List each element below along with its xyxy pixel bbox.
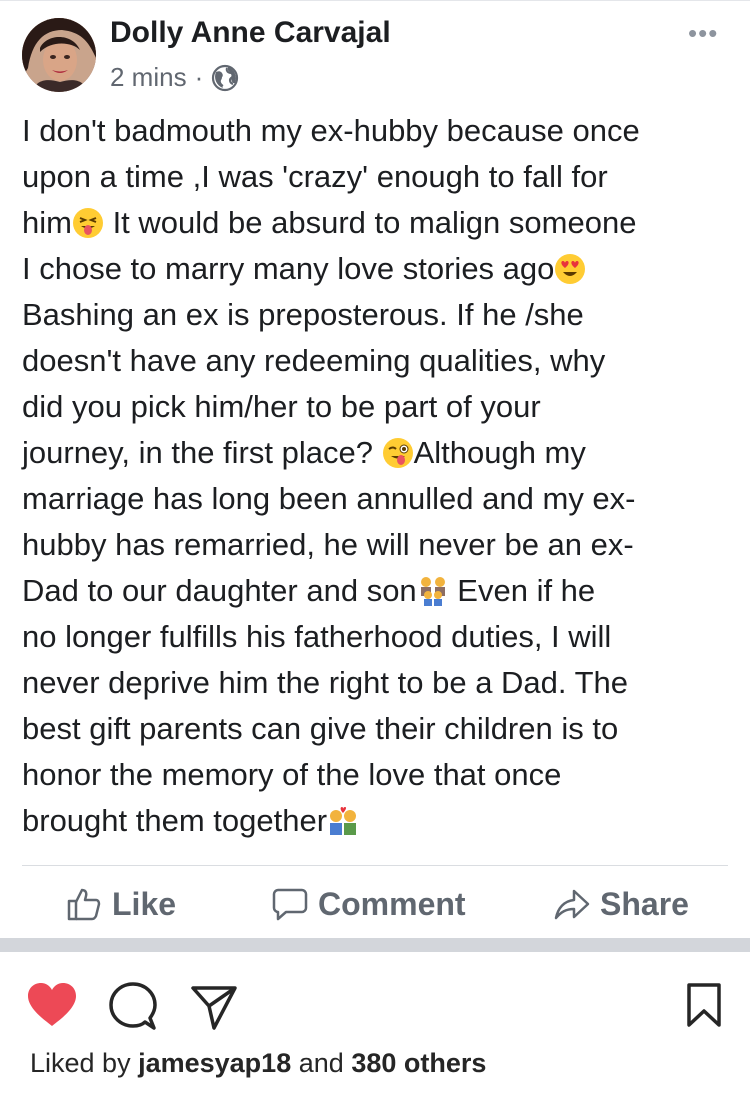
post-text-line: best gift parents can give their childre… — [22, 706, 734, 752]
post-text-line: marriage has long been annulled and my e… — [22, 476, 734, 522]
globe-icon — [212, 64, 239, 91]
liked-prefix: Liked by — [30, 1048, 131, 1078]
post-text-line: did you pick him/her to be part of your — [22, 384, 734, 430]
actions-divider — [22, 865, 728, 866]
post-text-line: journey, in the first place? Although my — [22, 430, 734, 476]
instagram-action-area: Liked by jamesyap18 and 380 others — [0, 952, 750, 1106]
post-line-text: Dad to our daughter and son — [22, 573, 417, 608]
post-meta: 2 mins · — [110, 62, 239, 93]
post-text-line: doesn't have any redeeming qualities, wh… — [22, 338, 734, 384]
share-button[interactable]: Share — [554, 876, 689, 932]
post-text-line: Bashing an ex is preposterous. If he /sh… — [22, 292, 734, 338]
post-line-text: I don't badmouth my ex-hubby because onc… — [22, 113, 640, 148]
post-line-text: upon a time ,I was 'crazy' enough to fal… — [22, 159, 608, 194]
liked-and: and — [298, 1048, 344, 1078]
tongue-squint-emoji-icon — [72, 206, 104, 238]
bookmark-icon[interactable] — [686, 982, 722, 1028]
post-line-text: journey, in the first place? — [22, 435, 382, 470]
author-name[interactable]: Dolly Anne Carvajal — [110, 16, 391, 50]
likes-summary: Liked by jamesyap18 and 380 others — [30, 1048, 486, 1079]
post-line-text: him — [22, 205, 72, 240]
post-line-text: I chose to marry many love stories ago — [22, 251, 555, 286]
post-line-text: best gift parents can give their childre… — [22, 711, 619, 746]
post-line-text: hubby has remarried, he will never be an… — [22, 527, 634, 562]
post-text-line: upon a time ,I was 'crazy' enough to fal… — [22, 154, 734, 200]
heart-eyes-emoji-icon — [554, 252, 586, 284]
post-text-line: Dad to our daughter and son Even if he — [22, 568, 734, 614]
post-text-line: hubby has remarried, he will never be an… — [22, 522, 734, 568]
liked-user[interactable]: jamesyap18 — [138, 1048, 291, 1078]
post-time[interactable]: 2 mins — [110, 62, 187, 93]
post-text-line: him It would be absurd to malign someone — [22, 200, 734, 246]
heart-icon[interactable] — [26, 982, 78, 1028]
like-button[interactable]: Like — [66, 876, 176, 932]
wink-tongue-emoji-icon — [382, 436, 414, 468]
comment-bubble-icon — [272, 888, 308, 921]
post-line-text-after: Even if he — [448, 573, 596, 608]
action-bar: Like Comment Share — [0, 876, 750, 932]
liked-others[interactable]: 380 others — [351, 1048, 486, 1078]
post-line-text: doesn't have any redeeming qualities, wh… — [22, 343, 606, 378]
comment-label: Comment — [318, 885, 466, 922]
like-label: Like — [112, 885, 177, 922]
comment-button[interactable]: Comment — [272, 876, 466, 932]
section-separator — [0, 938, 750, 952]
more-options-button[interactable]: ••• — [688, 18, 718, 49]
avatar[interactable] — [22, 18, 96, 92]
post-text-line: honor the memory of the love that once — [22, 752, 734, 798]
top-divider — [0, 0, 750, 1]
post-text-line: never deprive him the right to be a Dad.… — [22, 660, 734, 706]
post-text-line: no longer fulfills his fatherhood duties… — [22, 614, 734, 660]
facebook-post-card: Dolly Anne Carvajal 2 mins · ••• I don't… — [0, 0, 750, 938]
kiss-couple-emoji-icon — [327, 804, 359, 836]
post-line-text: marriage has long been annulled and my e… — [22, 481, 636, 516]
post-text-line: I chose to marry many love stories ago — [22, 246, 734, 292]
share-label: Share — [600, 885, 689, 922]
post-line-text-after: It would be absurd to malign someone — [103, 205, 637, 240]
post-line-text: no longer fulfills his fatherhood duties… — [22, 619, 612, 654]
direct-share-icon[interactable] — [190, 984, 238, 1032]
post-line-text-after: Although my — [413, 435, 586, 470]
share-arrow-icon — [554, 889, 590, 920]
post-text-line: brought them together — [22, 798, 734, 844]
family-emoji-icon — [417, 574, 449, 606]
post-line-text: did you pick him/her to be part of your — [22, 389, 541, 424]
post-text-line: I don't badmouth my ex-hubby because onc… — [22, 108, 734, 154]
thumbs-up-icon — [67, 888, 101, 921]
comment-icon[interactable] — [108, 982, 158, 1032]
meta-separator: · — [194, 62, 204, 92]
post-body: I don't badmouth my ex-hubby because onc… — [22, 108, 734, 844]
post-line-text: brought them together — [22, 803, 328, 838]
post-line-text: honor the memory of the love that once — [22, 757, 562, 792]
post-line-text: never deprive him the right to be a Dad.… — [22, 665, 628, 700]
post-line-text: Bashing an ex is preposterous. If he /sh… — [22, 297, 584, 332]
